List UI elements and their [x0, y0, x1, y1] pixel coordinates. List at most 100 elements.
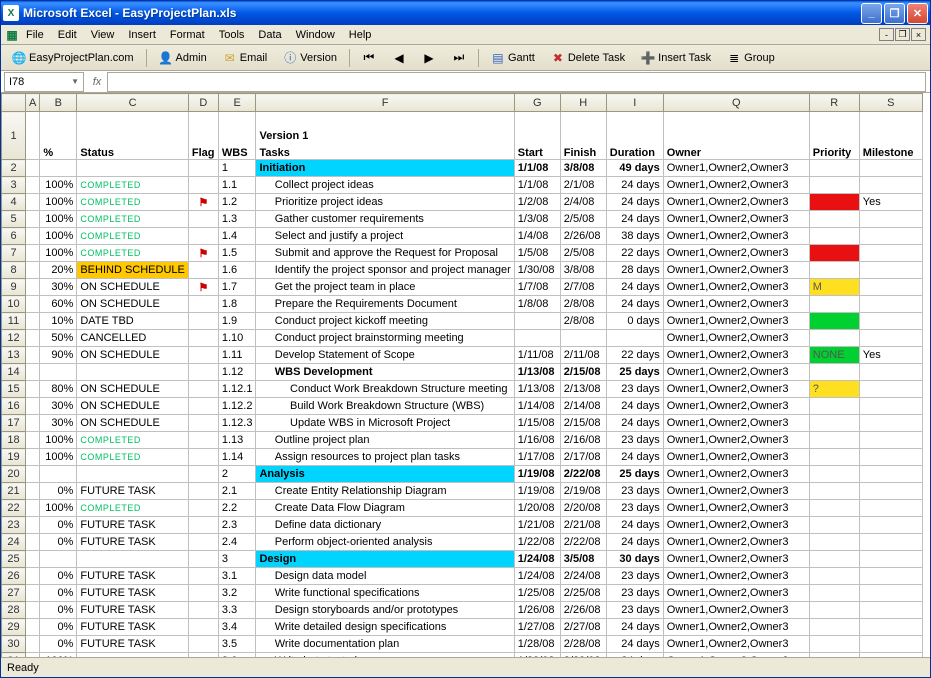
cell-duration[interactable]: [606, 330, 663, 347]
cell-finish[interactable]: 3/5/08: [560, 551, 606, 568]
cell-wbs[interactable]: 3.3: [218, 602, 256, 619]
cell-pct[interactable]: 0%: [40, 517, 77, 534]
row-header[interactable]: 10: [2, 296, 26, 313]
cell-status[interactable]: [77, 466, 189, 483]
cell-priority[interactable]: [809, 364, 859, 381]
cell-wbs[interactable]: 1.9: [218, 313, 256, 330]
cell-finish[interactable]: 2/13/08: [560, 381, 606, 398]
cell-pct[interactable]: 0%: [40, 568, 77, 585]
cell-owner[interactable]: Owner1,Owner2,Owner3: [663, 347, 809, 364]
cell-A[interactable]: [26, 211, 40, 228]
cell-duration[interactable]: 23 days: [606, 568, 663, 585]
cell-priority[interactable]: [809, 160, 859, 177]
cell-owner[interactable]: Owner1,Owner2,Owner3: [663, 381, 809, 398]
cell-flag[interactable]: [188, 330, 218, 347]
cell-finish[interactable]: 2/22/08: [560, 534, 606, 551]
cell-status[interactable]: COMPLETED: [77, 653, 189, 658]
cell-owner[interactable]: Owner1,Owner2,Owner3: [663, 160, 809, 177]
cell-A[interactable]: [26, 279, 40, 296]
cell-pct[interactable]: 0%: [40, 602, 77, 619]
cell-duration[interactable]: 22 days: [606, 245, 663, 262]
row-header[interactable]: 29: [2, 619, 26, 636]
cell-A[interactable]: [26, 551, 40, 568]
cell-task[interactable]: Conduct project kickoff meeting: [256, 313, 514, 330]
select-all-corner[interactable]: [2, 94, 26, 112]
app-icon[interactable]: ▦: [5, 28, 19, 42]
cell-milestone[interactable]: [859, 636, 922, 653]
cell-finish[interactable]: 2/8/08: [560, 296, 606, 313]
cell-milestone[interactable]: [859, 432, 922, 449]
cell-owner[interactable]: Owner1,Owner2,Owner3: [663, 296, 809, 313]
table-row[interactable]: 31100%COMPLETED3.6 Write beta test plan1…: [2, 653, 923, 658]
cell-wbs[interactable]: 1.12: [218, 364, 256, 381]
cell-duration[interactable]: 24 days: [606, 653, 663, 658]
cell-A[interactable]: [26, 415, 40, 432]
table-row[interactable]: 1250%CANCELLED1.10 Conduct project brain…: [2, 330, 923, 347]
cell-flag[interactable]: ⚑: [188, 279, 218, 296]
cell-task[interactable]: Create Entity Relationship Diagram: [256, 483, 514, 500]
cell-task[interactable]: Write detailed design specifications: [256, 619, 514, 636]
cell-pct[interactable]: 100%: [40, 449, 77, 466]
row-header[interactable]: 18: [2, 432, 26, 449]
row-header[interactable]: 31: [2, 653, 26, 658]
cell-status[interactable]: COMPLETED: [77, 211, 189, 228]
cell-status[interactable]: BEHIND SCHEDULE: [77, 262, 189, 279]
cell-wbs[interactable]: 1.8: [218, 296, 256, 313]
row-header[interactable]: 13: [2, 347, 26, 364]
cell-duration[interactable]: 0 days: [606, 313, 663, 330]
cell-A[interactable]: [26, 262, 40, 279]
cell-pct[interactable]: [40, 364, 77, 381]
cell-pct[interactable]: [40, 160, 77, 177]
cell-pct[interactable]: 100%: [40, 228, 77, 245]
cell-status[interactable]: ON SCHEDULE: [77, 398, 189, 415]
col-header-F[interactable]: F: [256, 94, 514, 112]
cell-A[interactable]: [26, 364, 40, 381]
cell-milestone[interactable]: [859, 262, 922, 279]
cell-owner[interactable]: Owner1,Owner2,Owner3: [663, 364, 809, 381]
cell-A[interactable]: [26, 160, 40, 177]
cell-A[interactable]: [26, 347, 40, 364]
cell-start[interactable]: 1/27/08: [514, 619, 560, 636]
cell-duration[interactable]: 24 days: [606, 534, 663, 551]
cell-A[interactable]: [26, 568, 40, 585]
row-header[interactable]: 26: [2, 568, 26, 585]
table-row[interactable]: 820%BEHIND SCHEDULE1.6 Identify the proj…: [2, 262, 923, 279]
cell-pct[interactable]: 0%: [40, 483, 77, 500]
cell-flag[interactable]: [188, 211, 218, 228]
col-header-G[interactable]: G: [514, 94, 560, 112]
row-header[interactable]: 22: [2, 500, 26, 517]
table-row[interactable]: 202Analysis1/19/082/22/0825 daysOwner1,O…: [2, 466, 923, 483]
cell-task[interactable]: Design data model: [256, 568, 514, 585]
cell-duration[interactable]: 25 days: [606, 364, 663, 381]
cell-wbs[interactable]: 1.12.2: [218, 398, 256, 415]
mdi-restore[interactable]: ❐: [895, 28, 910, 41]
cell-owner[interactable]: Owner1,Owner2,Owner3: [663, 211, 809, 228]
table-row[interactable]: 18100%COMPLETED1.13 Outline project plan…: [2, 432, 923, 449]
cell-priority[interactable]: NONE: [809, 347, 859, 364]
cell-status[interactable]: [77, 364, 189, 381]
cell-priority[interactable]: [809, 211, 859, 228]
cell-A[interactable]: [26, 112, 40, 160]
cell-wbs[interactable]: 3.6: [218, 653, 256, 658]
cell-start[interactable]: [514, 330, 560, 347]
cell-task[interactable]: Analysis: [256, 466, 514, 483]
table-row[interactable]: 21Initiation1/1/083/8/0849 daysOwner1,Ow…: [2, 160, 923, 177]
cell-priority[interactable]: [809, 296, 859, 313]
cell-milestone[interactable]: [859, 602, 922, 619]
cell-flag[interactable]: [188, 177, 218, 194]
cell-status[interactable]: FUTURE TASK: [77, 517, 189, 534]
cell-start[interactable]: 1/16/08: [514, 432, 560, 449]
cell-flag[interactable]: [188, 262, 218, 279]
row-header[interactable]: 15: [2, 381, 26, 398]
hdr-tasks[interactable]: Version 1Tasks: [256, 112, 514, 160]
cell-finish[interactable]: 2/8/08: [560, 313, 606, 330]
cell-duration[interactable]: 24 days: [606, 619, 663, 636]
row-header[interactable]: 2: [2, 160, 26, 177]
cell-status[interactable]: FUTURE TASK: [77, 636, 189, 653]
cell-task[interactable]: Perform object-oriented analysis: [256, 534, 514, 551]
cell-task[interactable]: Conduct Work Breakdown Structure meeting: [256, 381, 514, 398]
cell-finish[interactable]: 3/8/08: [560, 262, 606, 279]
cell-status[interactable]: COMPLETED: [77, 228, 189, 245]
row-header[interactable]: 28: [2, 602, 26, 619]
cell-finish[interactable]: 2/24/08: [560, 568, 606, 585]
